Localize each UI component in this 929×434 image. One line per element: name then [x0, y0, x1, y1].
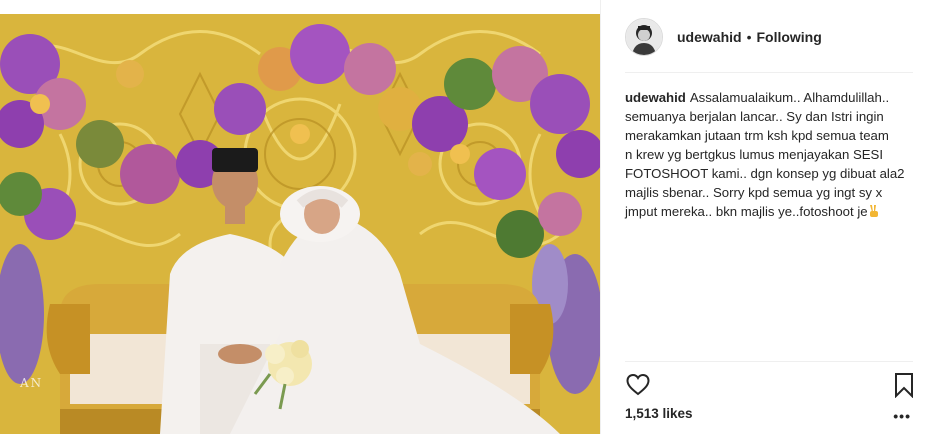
- post-header: udewahid • Following: [625, 16, 913, 58]
- following-button[interactable]: Following: [756, 29, 821, 45]
- header-separator: •: [746, 29, 752, 45]
- caption-line: semuanya berjalan lancar.. Sy dan Istri …: [625, 109, 884, 124]
- header-divider: [625, 72, 913, 73]
- avatar[interactable]: [625, 18, 663, 56]
- likes-count[interactable]: 1,513 likes: [625, 406, 693, 421]
- avatar-image: [626, 19, 662, 55]
- wedding-photo-illustration: [0, 14, 600, 434]
- actions-divider: [625, 361, 913, 362]
- caption-line: majlis sbenar.. Sorry kpd semua yg ingt …: [625, 185, 883, 200]
- photo-watermark: AN: [20, 376, 44, 390]
- caption-line: FOTOSHOOT kami.. dgn konsep yg dibuat al…: [625, 166, 905, 181]
- username-link[interactable]: udewahid: [677, 29, 742, 45]
- more-options-button[interactable]: •••: [893, 408, 911, 424]
- caption-line: udewahid Assalamualaikum.. Alhamdulillah.…: [625, 88, 915, 107]
- caption-text: jmput mereka.. bkn majlis ye..fotoshoot …: [625, 204, 868, 219]
- post-sidebar: udewahid • Following udewahid Assalamuala…: [600, 0, 929, 434]
- caption-username-link[interactable]: udewahid: [625, 90, 686, 105]
- victory-hand-emoji: [869, 205, 878, 217]
- bookmark-icon[interactable]: [893, 372, 915, 398]
- post-caption: udewahid Assalamualaikum.. Alhamdulillah.…: [625, 88, 915, 221]
- instagram-post: AN udewahid • Following udewahid Assalamu…: [0, 0, 929, 434]
- caption-line: n krew yg bertgkus lumus menjayakan SESI: [625, 147, 884, 162]
- caption-text: Assalamualaikum.. Alhamdulillah..: [689, 90, 890, 105]
- caption-line: merakamkan jutaan trm ksh kpd semua team: [625, 128, 889, 143]
- post-actions: [625, 372, 915, 400]
- caption-line: jmput mereka.. bkn majlis ye..fotoshoot …: [625, 202, 915, 221]
- heart-icon[interactable]: [625, 372, 651, 398]
- post-photo[interactable]: AN: [0, 14, 600, 434]
